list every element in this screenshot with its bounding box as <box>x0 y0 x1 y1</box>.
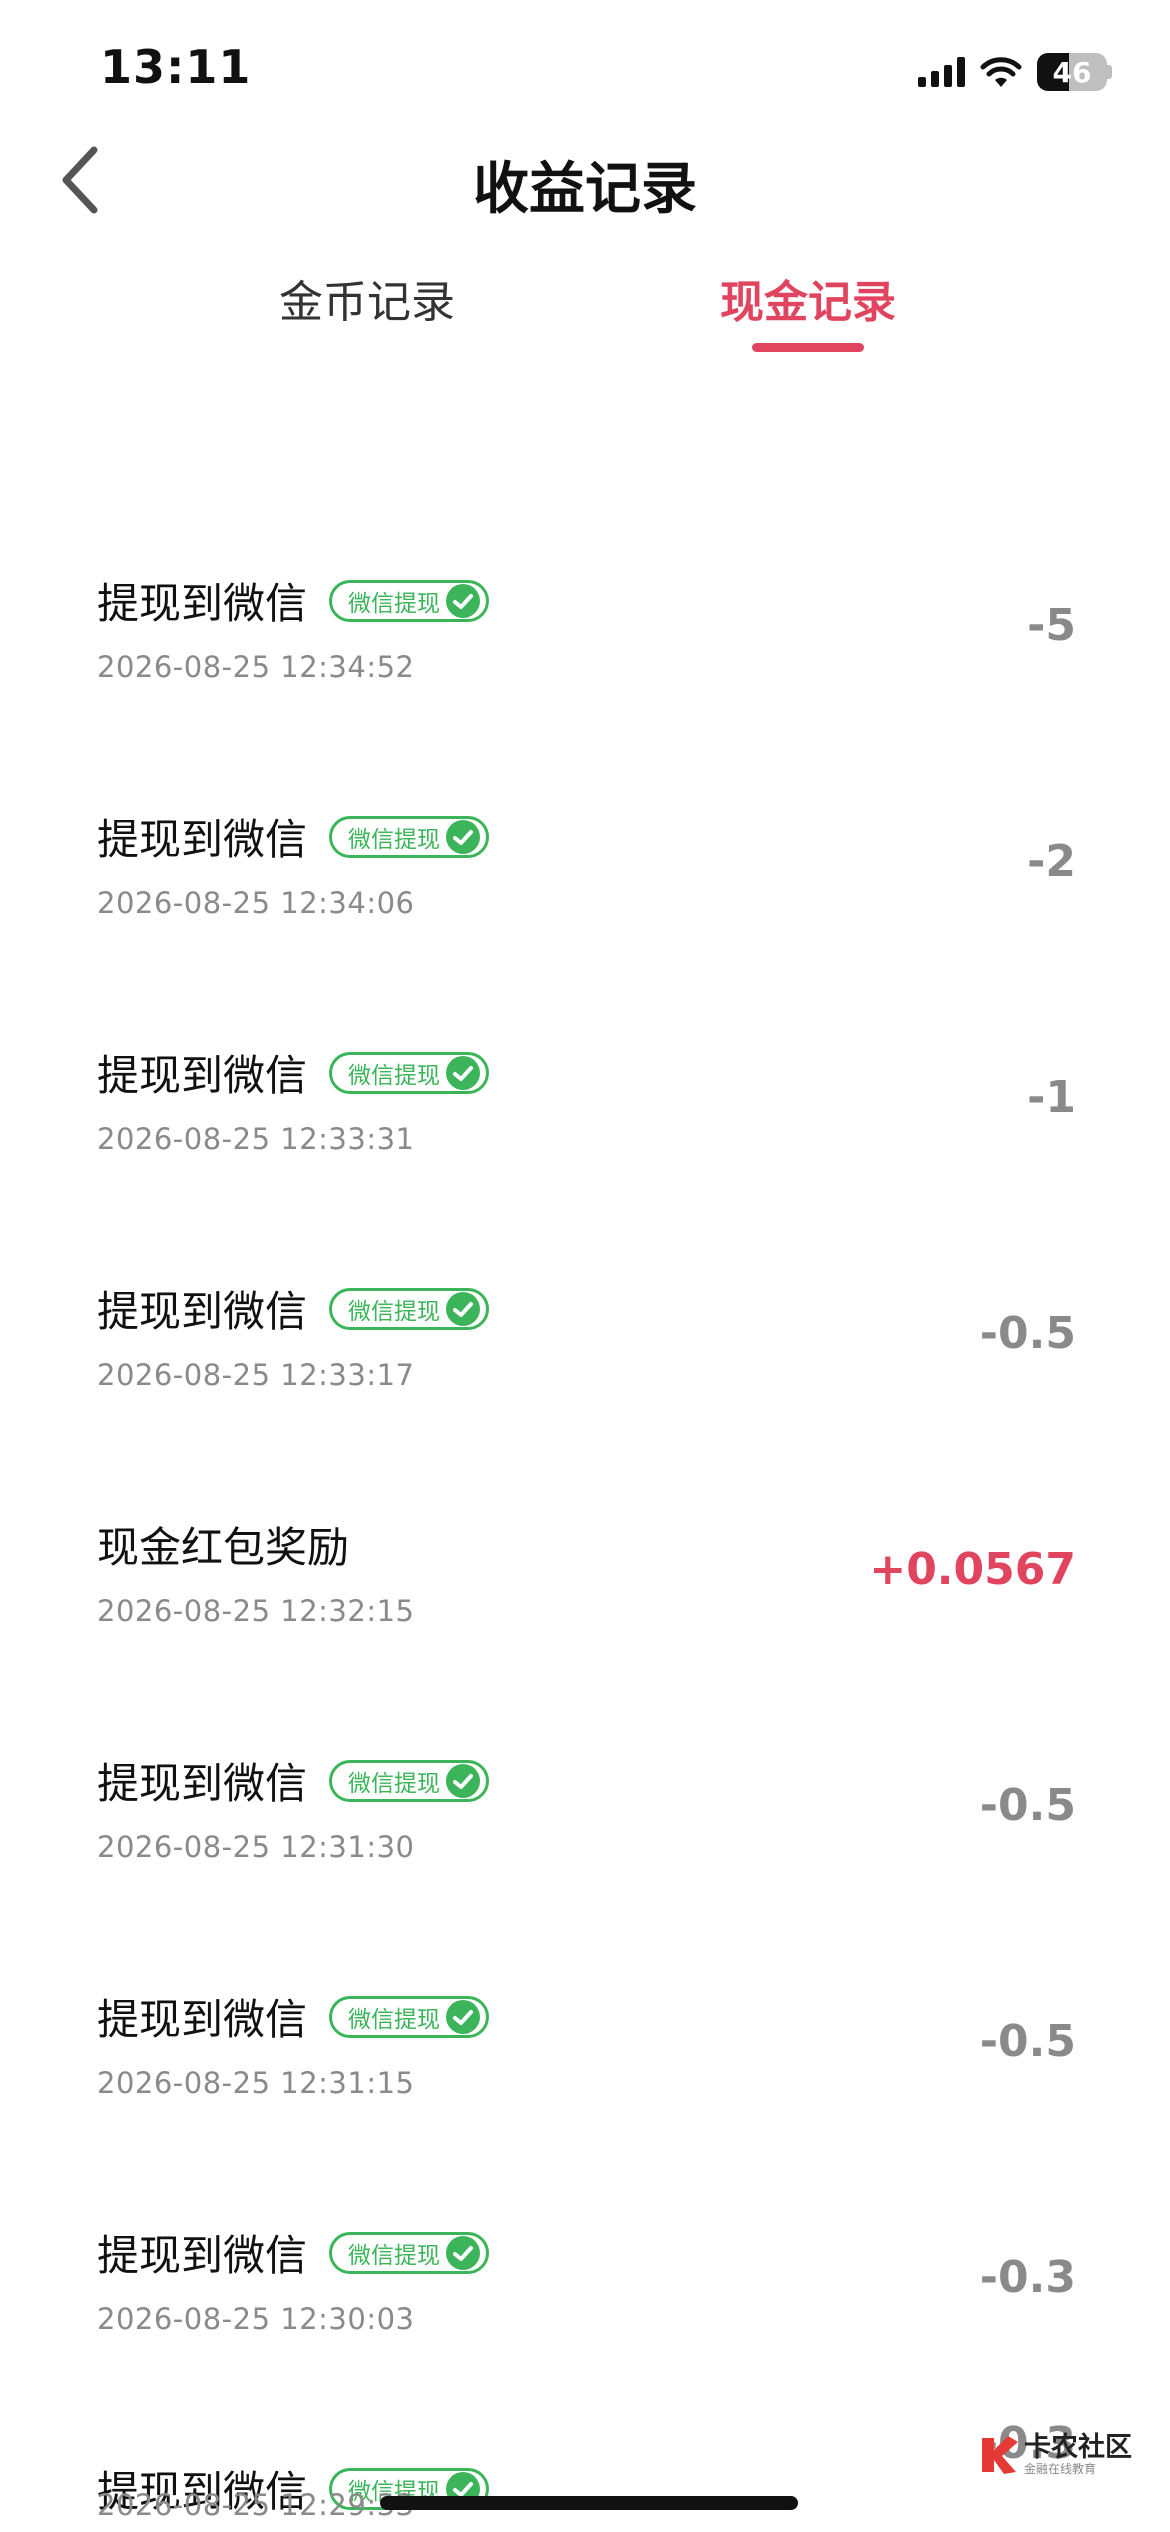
battery-indicator: 46 <box>1037 53 1112 91</box>
record-title-row: 提现到微信 微信提现 <box>97 1750 490 1811</box>
badge-label: 微信提现 <box>348 826 441 853</box>
badge-label: 微信提现 <box>348 2006 441 2033</box>
record-amount: -0.5 <box>979 1308 1076 1359</box>
kanong-watermark: 卡农社区 金融在线教育 <box>978 2432 1132 2476</box>
wechat-withdraw-badge: 微信提现 <box>329 1287 490 1330</box>
wechat-withdraw-badge: 微信提现 <box>329 1759 490 1802</box>
record-amount: -0.3 <box>979 2252 1076 2303</box>
tab-cash-records[interactable]: 现金记录 <box>720 266 896 330</box>
record-item[interactable]: 提现到微信 微信提现 2026-08-25 12:34:52 -5 <box>0 570 1170 808</box>
wechat-icon <box>446 1763 481 1798</box>
record-item[interactable]: 提现到微信 微信提现 2026-08-25 12:31:15 -0.5 <box>0 1986 1170 2224</box>
record-title: 提现到微信 <box>97 815 308 864</box>
watermark-name: 卡农社区 <box>1024 2431 1132 2463</box>
record-time: 2026-08-25 12:31:15 <box>97 2066 415 2100</box>
record-time: 2026-08-25 12:33:17 <box>97 1358 415 1392</box>
badge-label: 微信提现 <box>348 1770 441 1797</box>
wifi-icon <box>980 57 1022 87</box>
record-title: 提现到微信 <box>97 2231 308 2280</box>
active-tab-indicator <box>752 343 864 352</box>
record-title-row: 提现到微信 微信提现 <box>97 2222 490 2283</box>
badge-label: 微信提现 <box>348 1298 441 1325</box>
record-time: 2026-08-25 12:32:15 <box>97 1594 415 1628</box>
wechat-icon <box>446 819 481 854</box>
record-title: 提现到微信 <box>97 1051 308 1100</box>
badge-label: 微信提现 <box>348 2242 441 2269</box>
wechat-icon <box>446 1055 481 1090</box>
record-title: 提现到微信 <box>97 1759 308 1808</box>
record-time: 2026-08-25 12:34:52 <box>97 650 415 684</box>
record-amount: +0.0567 <box>869 1544 1076 1595</box>
record-amount: -0.5 <box>979 2016 1076 2067</box>
record-title: 提现到微信 <box>97 1995 308 2044</box>
record-item[interactable]: 提现到微信 微信提现 2026-08-25 12:31:30 -0.5 <box>0 1750 1170 1988</box>
record-title-row: 现金红包奖励 <box>97 1514 349 1575</box>
record-title-row: 提现到微信 微信提现 <box>97 806 490 867</box>
wechat-withdraw-badge: 微信提现 <box>329 1051 490 1094</box>
home-indicator[interactable] <box>380 2496 798 2510</box>
record-amount: -0.5 <box>979 1780 1076 1831</box>
wechat-icon <box>446 2235 481 2270</box>
record-time: 2026-08-25 12:30:03 <box>97 2302 415 2336</box>
record-time: 2026-08-25 12:33:31 <box>97 1122 415 1156</box>
watermark-tagline: 金融在线教育 <box>1024 2461 1097 2476</box>
record-time: 2026-08-25 12:34:06 <box>97 886 415 920</box>
status-icons: 46 <box>918 50 1112 94</box>
signal-icon <box>918 57 965 87</box>
wechat-icon <box>446 1291 481 1326</box>
kanong-logo-icon <box>982 2436 1018 2474</box>
record-title: 现金红包奖励 <box>97 1523 350 1572</box>
record-time: 2026-08-25 12:31:30 <box>97 1830 415 1864</box>
record-amount: -2 <box>1027 836 1076 887</box>
record-title-row: 提现到微信 微信提现 <box>97 570 490 631</box>
record-item[interactable]: 提现到微信 微信提现 2026-08-25 12:33:31 -1 <box>0 1042 1170 1280</box>
battery-level: 46 <box>1052 55 1092 89</box>
record-item[interactable]: 现金红包奖励 2026-08-25 12:32:15 +0.0567 <box>0 1514 1170 1752</box>
wechat-icon <box>446 583 481 618</box>
record-title: 提现到微信 <box>97 1287 308 1336</box>
record-title: 提现到微信 <box>97 579 308 628</box>
wechat-icon <box>446 1999 481 2034</box>
wechat-withdraw-badge: 微信提现 <box>329 815 490 858</box>
page-title: 收益记录 <box>473 157 697 222</box>
record-title-row: 提现到微信 微信提现 <box>97 1278 490 1339</box>
record-amount: -5 <box>1027 600 1076 651</box>
record-item[interactable]: 提现到微信 微信提现 2026-08-25 12:34:06 -2 <box>0 806 1170 1044</box>
record-title-row: 提现到微信 微信提现 <box>97 1986 490 2047</box>
badge-label: 微信提现 <box>348 590 441 617</box>
tab-coin-records[interactable]: 金币记录 <box>279 266 455 330</box>
record-amount: -1 <box>1027 1072 1076 1123</box>
record-title-row: 提现到微信 微信提现 <box>97 1042 490 1103</box>
battery-icon: 46 <box>1037 53 1107 91</box>
status-time: 13:11 <box>100 40 252 94</box>
wechat-withdraw-badge: 微信提现 <box>329 1995 490 2038</box>
record-time: 2026-08-25 12:29:33 <box>97 2488 415 2522</box>
wechat-withdraw-badge: 微信提现 <box>329 2231 490 2274</box>
record-item[interactable]: 提现到微信 微信提现 2026-08-25 12:33:17 -0.5 <box>0 1278 1170 1516</box>
wechat-withdraw-badge: 微信提现 <box>329 579 490 622</box>
badge-label: 微信提现 <box>348 1062 441 1089</box>
